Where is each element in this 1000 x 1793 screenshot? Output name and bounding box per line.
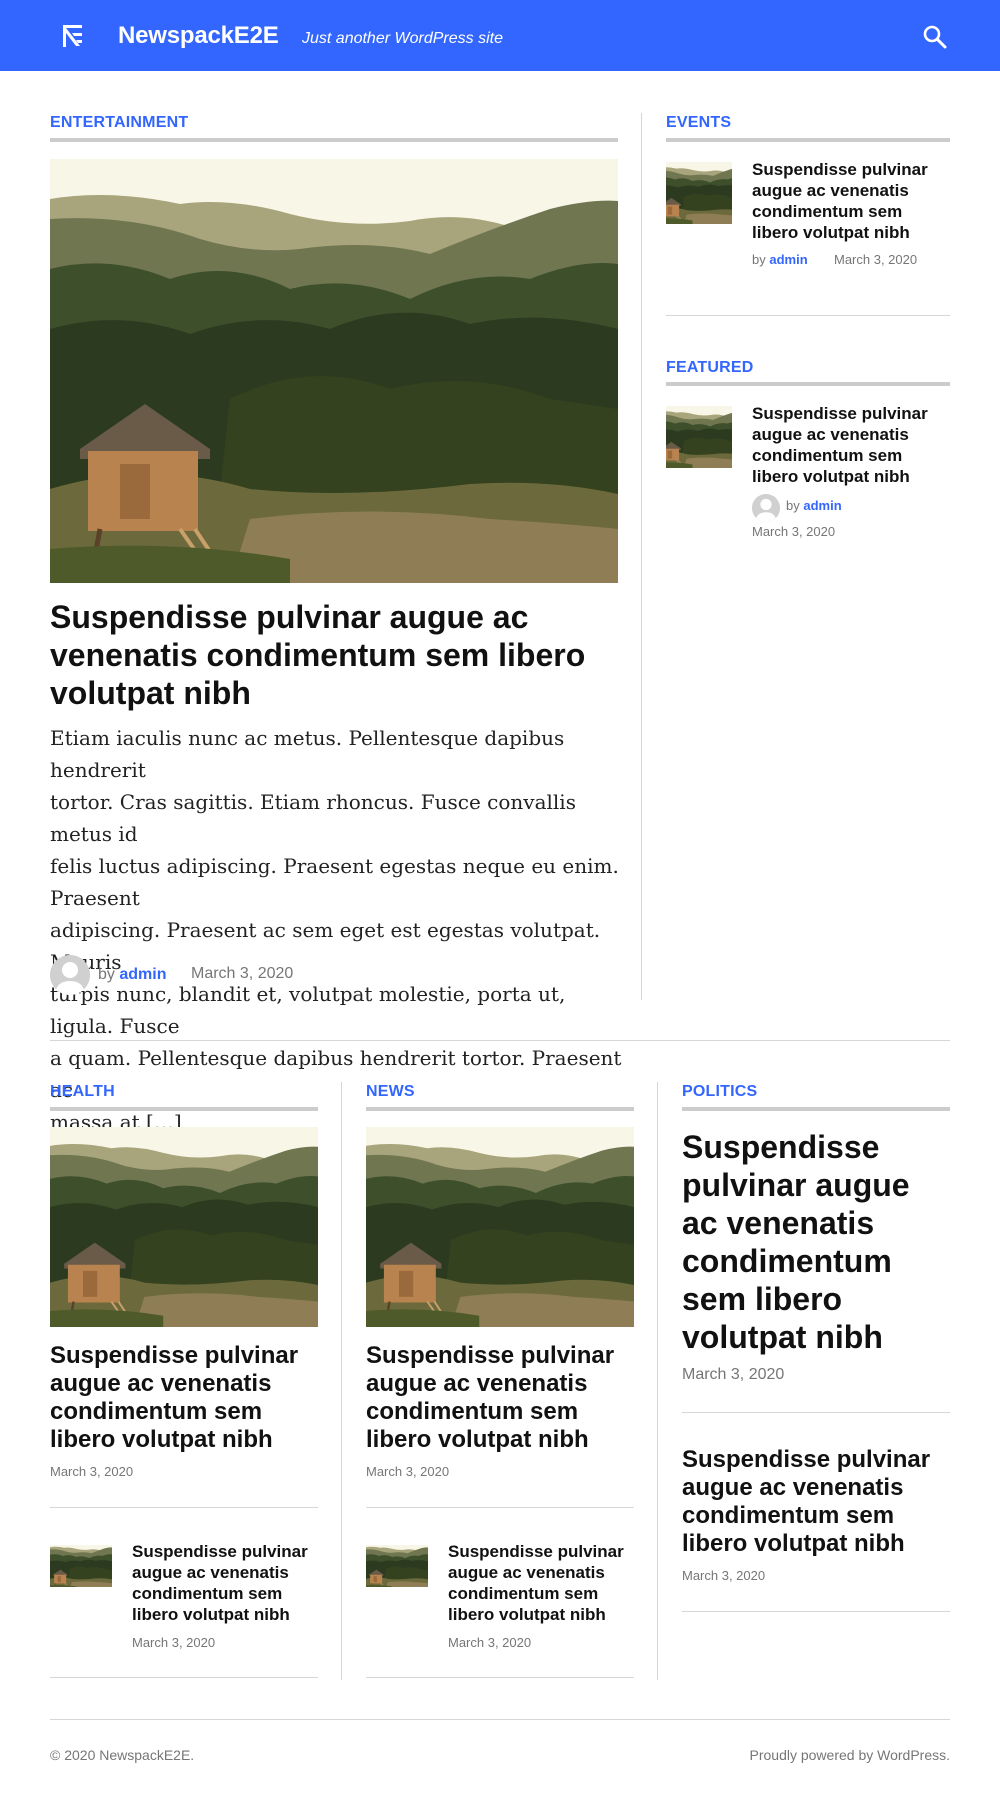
author-link[interactable]: admin — [769, 252, 807, 267]
politics-secondary-post-title[interactable]: Suspendisse pulvinar augue ac venenatis … — [682, 1446, 952, 1558]
by-label: by — [98, 966, 115, 983]
newspack-logo-icon[interactable] — [58, 19, 90, 51]
title-line: volutpat nibh — [50, 675, 251, 711]
category-rule — [682, 1107, 950, 1111]
health-secondary-post-title[interactable]: Suspendisse pulvinar augue ac venenatis … — [132, 1541, 324, 1625]
site-title[interactable]: NewspackE2E — [118, 22, 279, 50]
category-label-news[interactable]: NEWS — [366, 1083, 415, 1101]
health-thumbnail[interactable] — [50, 1545, 112, 1587]
footer-divider — [50, 1719, 950, 1720]
author-avatar[interactable] — [752, 494, 780, 522]
excerpt-line: tortor. Cras sagittis. Etiam rhoncus. Fu… — [50, 790, 576, 846]
divider — [366, 1507, 634, 1508]
footer-copyright: © 2020 NewspackE2E. — [50, 1747, 195, 1763]
entertainment-post-title[interactable]: Suspendisse pulvinar augue ac venenatis … — [50, 598, 630, 712]
post-date: March 3, 2020 — [752, 524, 836, 539]
site-header: NewspackE2E Just another WordPress site — [0, 0, 1000, 71]
title-line: venenatis condimentum sem libero — [50, 637, 586, 673]
title-line: Suspendisse pulvinar augue ac — [50, 599, 529, 635]
site-tagline: Just another WordPress site — [302, 30, 503, 47]
news-thumbnail[interactable] — [366, 1545, 428, 1587]
by-label: by — [752, 252, 766, 267]
excerpt-line: Etiam iaculis nunc ac metus. Pellentesqu… — [50, 726, 565, 782]
divider — [682, 1412, 950, 1413]
post-date: March 3, 2020 — [191, 965, 294, 982]
search-icon[interactable] — [922, 24, 948, 50]
column-divider — [641, 113, 642, 1000]
excerpt-line: felis luctus adipiscing. Praesent egesta… — [50, 854, 619, 910]
divider — [666, 315, 950, 316]
post-date: March 3, 2020 — [834, 252, 918, 267]
author-avatar[interactable] — [50, 955, 90, 995]
news-secondary-post-title[interactable]: Suspendisse pulvinar augue ac venenatis … — [448, 1541, 640, 1625]
category-rule — [366, 1107, 634, 1111]
category-rule — [666, 138, 950, 142]
section-divider — [50, 1040, 950, 1041]
category-label-featured[interactable]: FEATURED — [666, 359, 754, 377]
post-byline: by admin — [98, 966, 166, 984]
news-featured-image[interactable] — [366, 1127, 634, 1327]
post-date: March 3, 2020 — [132, 1635, 216, 1650]
health-post-title[interactable]: Suspendisse pulvinar augue ac venenatis … — [50, 1342, 320, 1454]
excerpt-line: turpis nunc, blandit et, volutpat molest… — [50, 982, 566, 1038]
author-link[interactable]: admin — [119, 966, 166, 983]
post-byline: by admin — [786, 498, 842, 513]
author-link[interactable]: admin — [803, 498, 841, 513]
entertainment-post-excerpt: Etiam iaculis nunc ac metus. Pellentesqu… — [50, 722, 630, 1138]
post-date: March 3, 2020 — [366, 1464, 450, 1479]
events-thumbnail[interactable] — [666, 162, 732, 224]
health-featured-image[interactable] — [50, 1127, 318, 1327]
category-label-politics[interactable]: POLITICS — [682, 1083, 757, 1101]
category-label-events[interactable]: EVENTS — [666, 114, 731, 132]
post-date: March 3, 2020 — [50, 1464, 134, 1479]
politics-post-title[interactable]: Suspendisse pulvinar augue ac venenatis … — [682, 1128, 952, 1356]
category-label-entertainment[interactable]: ENTERTAINMENT — [50, 114, 188, 132]
divider — [366, 1677, 634, 1678]
footer-powered-by[interactable]: Proudly powered by WordPress. — [750, 1747, 951, 1763]
category-rule — [50, 1107, 318, 1111]
divider — [50, 1507, 318, 1508]
category-rule — [666, 382, 950, 386]
featured-thumbnail[interactable] — [666, 406, 732, 468]
category-label-health[interactable]: HEALTH — [50, 1083, 115, 1101]
post-date: March 3, 2020 — [448, 1635, 532, 1650]
category-rule — [50, 138, 618, 142]
excerpt-line: a quam. Pellentesque dapibus hendrerit t… — [50, 1046, 622, 1102]
entertainment-featured-image[interactable] — [50, 159, 618, 583]
events-post-title[interactable]: Suspendisse pulvinar augue ac venenatis … — [752, 159, 952, 243]
post-date: March 3, 2020 — [682, 1366, 785, 1383]
by-label: by — [786, 498, 800, 513]
news-post-title[interactable]: Suspendisse pulvinar augue ac venenatis … — [366, 1342, 636, 1454]
post-date: March 3, 2020 — [682, 1568, 766, 1583]
divider — [50, 1677, 318, 1678]
column-divider — [657, 1082, 658, 1680]
column-divider — [341, 1082, 342, 1680]
post-byline: by admin — [752, 252, 808, 267]
divider — [682, 1611, 950, 1612]
featured-post-title[interactable]: Suspendisse pulvinar augue ac venenatis … — [752, 403, 952, 487]
